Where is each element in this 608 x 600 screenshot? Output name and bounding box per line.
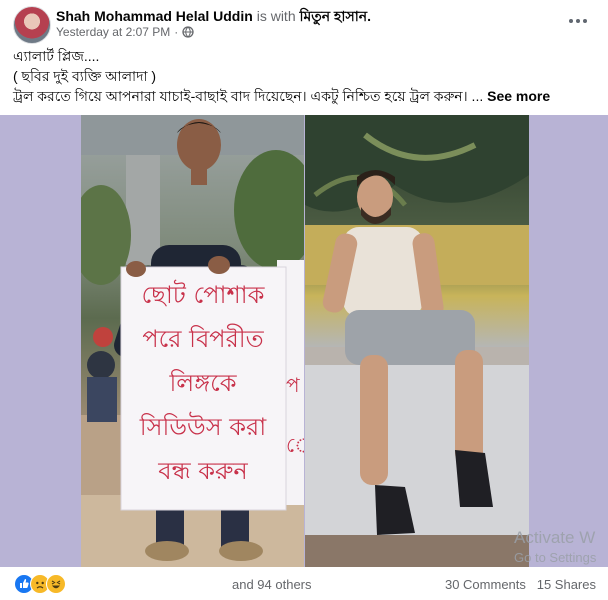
photo-left-panel: ছোট পোশাক পরে বিপরীত লিঙ্গকে সিডিউস করা …	[81, 115, 304, 567]
sign-line: লিঙ্গকে	[169, 369, 237, 397]
shares-count[interactable]: 15 Shares	[537, 577, 596, 592]
reactions-others[interactable]: and 94 others	[232, 577, 312, 592]
photo-right-panel	[305, 115, 529, 567]
sign-line: পরে বিপরীত	[142, 325, 264, 353]
see-more-link[interactable]: See more	[487, 88, 550, 104]
sign-line: ছোট পোশাক	[141, 281, 265, 309]
comments-count[interactable]: 30 Comments	[445, 577, 526, 592]
post-header: Shah Mohammad Helal Uddin is with মিতুন …	[0, 0, 608, 44]
sitting-man-scene	[305, 115, 529, 567]
post-text: এ্যালার্ট প্লিজ.... ( ছবির দুই ব্যক্তি আ…	[13, 46, 598, 106]
activate-windows-watermark: Activate W Go to Settings	[514, 528, 596, 568]
sign-line: বন্ধ করুন	[158, 457, 248, 485]
post-text-line: ট্রল করতে গিয়ে আপনারা যাচাই-বাছাই বাদ দ…	[13, 86, 598, 106]
post-text-line: ( ছবির দুই ব্যক্তি আলাদা )	[13, 68, 157, 84]
author-name[interactable]: Shah Mohammad Helal Uddin	[56, 8, 253, 24]
reaction-icons[interactable]	[14, 574, 66, 594]
sign-fragment: প	[286, 373, 300, 397]
sign-fragments: প ে	[286, 355, 304, 475]
with-text: is with	[256, 8, 296, 24]
tagged-user[interactable]: মিতুন হাসান.	[300, 8, 372, 24]
engagement-counts: 30 Comments 15 Shares	[445, 577, 596, 592]
dot-icon	[583, 19, 587, 23]
sign-line: সিডিউস করা	[139, 413, 267, 441]
watermark-line: Go to Settings	[514, 550, 597, 565]
sign-fragment: ে	[286, 433, 304, 457]
reactions-bar: and 94 others 30 Comments 15 Shares	[0, 572, 608, 596]
post-text-line: এ্যালার্ট প্লিজ....	[13, 48, 100, 64]
haha-icon	[46, 574, 66, 594]
more-options-button[interactable]	[566, 11, 590, 31]
post-photo[interactable]: ছোট পোশাক পরে বিপরীত লিঙ্গকে সিডিউস করা …	[0, 115, 608, 567]
sign-text: ছোট পোশাক পরে বিপরীত লিঙ্গকে সিডিউস করা …	[123, 273, 283, 493]
watermark-line: Activate W	[514, 528, 596, 547]
dot-icon	[569, 19, 573, 23]
dot-icon	[576, 19, 580, 23]
post-timestamp[interactable]: Yesterday at 2:07 PM	[56, 25, 170, 39]
author-avatar[interactable]	[13, 6, 51, 44]
post-text-line-content: ট্রল করতে গিয়ে আপনারা যাচাই-বাছাই বাদ দ…	[13, 88, 484, 104]
post-meta: Yesterday at 2:07 PM ·	[56, 25, 194, 39]
globe-icon	[182, 26, 194, 38]
